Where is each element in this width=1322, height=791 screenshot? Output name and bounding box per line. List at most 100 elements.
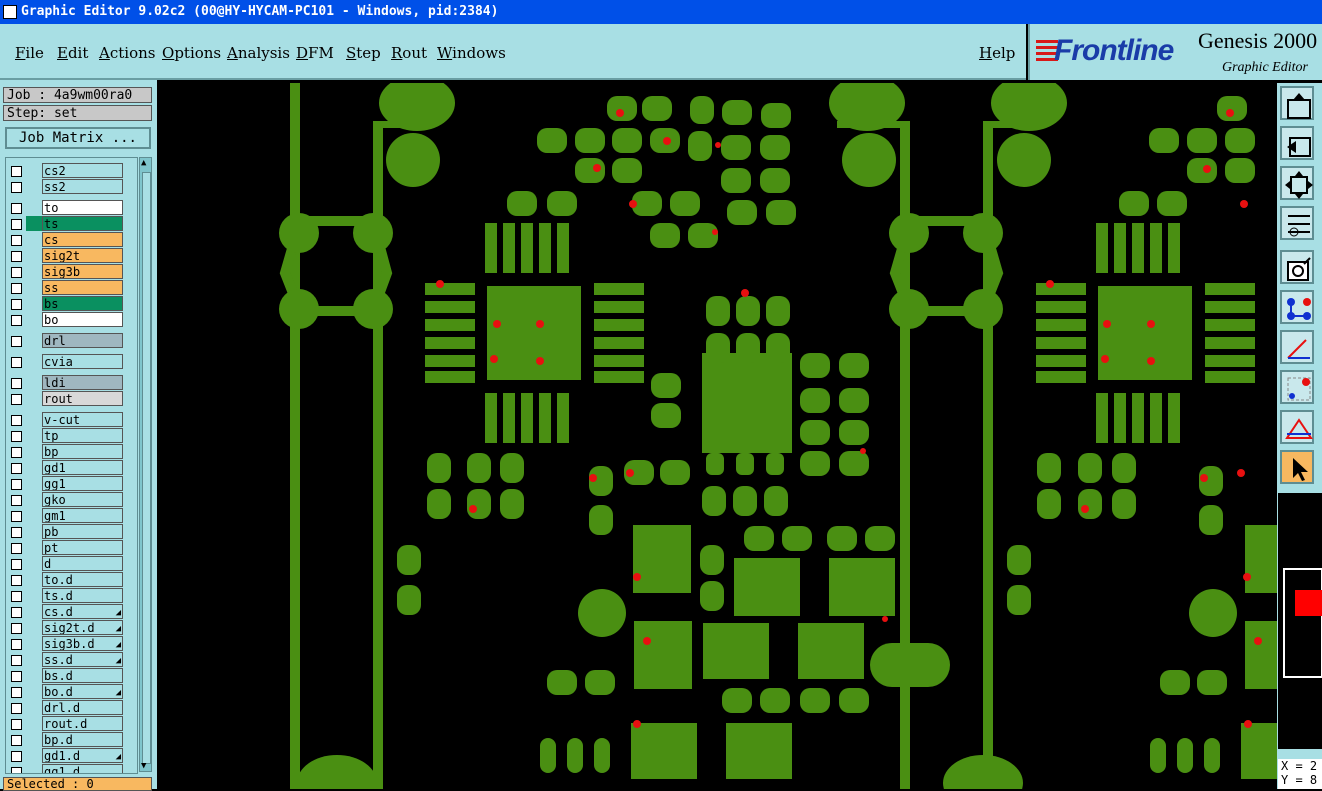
layer-row[interactable]: ts bbox=[6, 216, 137, 232]
layer-color-swatch[interactable] bbox=[26, 508, 42, 523]
menu-edit[interactable]: Edit bbox=[57, 44, 88, 62]
select-area-icon[interactable] bbox=[1280, 370, 1314, 404]
layer-row[interactable]: cs.d ◢ bbox=[6, 604, 137, 620]
layer-checkbox[interactable] bbox=[11, 251, 22, 262]
layer-name[interactable]: sig2t.d ◢ bbox=[42, 620, 123, 635]
layer-name[interactable]: d bbox=[42, 556, 123, 571]
layer-checkbox[interactable] bbox=[11, 336, 22, 347]
menu-options[interactable]: Options bbox=[162, 44, 221, 62]
layer-row[interactable]: pt bbox=[6, 540, 137, 556]
layer-name[interactable]: bo.d ◢ bbox=[42, 684, 123, 699]
layer-checkbox[interactable] bbox=[11, 639, 22, 650]
menu-analysis[interactable]: Analysis bbox=[227, 44, 290, 62]
layer-color-swatch[interactable] bbox=[26, 764, 42, 773]
layer-name[interactable]: ldi bbox=[42, 375, 123, 390]
layer-name[interactable]: gko bbox=[42, 492, 123, 507]
layer-name[interactable]: bp.d bbox=[42, 732, 123, 747]
layer-color-swatch[interactable] bbox=[26, 748, 42, 763]
net-connect-icon[interactable] bbox=[1280, 290, 1314, 324]
layer-row[interactable]: bo bbox=[6, 312, 137, 328]
layer-name[interactable]: bs bbox=[42, 296, 123, 311]
layer-checkbox[interactable] bbox=[11, 283, 22, 294]
layer-checkbox[interactable] bbox=[11, 447, 22, 458]
layer-name[interactable]: rout bbox=[42, 391, 123, 406]
zoom-fit-icon[interactable] bbox=[1280, 166, 1314, 200]
layer-checkbox[interactable] bbox=[11, 415, 22, 426]
window-app-icon[interactable] bbox=[3, 5, 17, 19]
layer-row[interactable]: sig3b bbox=[6, 264, 137, 280]
layer-name[interactable]: cvia bbox=[42, 354, 123, 369]
layer-name[interactable]: sig3b.d ◢ bbox=[42, 636, 123, 651]
layer-row[interactable]: sig2t.d ◢ bbox=[6, 620, 137, 636]
layer-row[interactable]: v-cut bbox=[6, 412, 137, 428]
layer-checkbox[interactable] bbox=[11, 703, 22, 714]
layer-color-swatch[interactable] bbox=[26, 444, 42, 459]
layer-checkbox[interactable] bbox=[11, 357, 22, 368]
layer-checkbox[interactable] bbox=[11, 495, 22, 506]
layer-color-swatch[interactable] bbox=[26, 700, 42, 715]
layer-row[interactable]: ss bbox=[6, 280, 137, 296]
layer-list-scrollbar[interactable]: ▲ ▼ bbox=[139, 157, 152, 772]
layer-row[interactable]: sig3b.d ◢ bbox=[6, 636, 137, 652]
layer-color-swatch[interactable] bbox=[26, 179, 42, 194]
layer-checkbox[interactable] bbox=[11, 166, 22, 177]
layer-checkbox[interactable] bbox=[11, 299, 22, 310]
menu-actions[interactable]: Actions bbox=[99, 44, 155, 62]
layer-row[interactable]: bs.d bbox=[6, 668, 137, 684]
layer-name[interactable]: cs2 bbox=[42, 163, 123, 178]
layer-name[interactable]: tp bbox=[42, 428, 123, 443]
layer-color-swatch[interactable] bbox=[26, 375, 42, 390]
layer-checkbox[interactable] bbox=[11, 527, 22, 538]
layer-checkbox[interactable] bbox=[11, 235, 22, 246]
layer-color-swatch[interactable] bbox=[26, 732, 42, 747]
layer-name[interactable]: ts.d bbox=[42, 588, 123, 603]
layer-checkbox[interactable] bbox=[11, 735, 22, 746]
job-matrix-button[interactable]: Job Matrix ... bbox=[5, 127, 151, 149]
layer-checkbox[interactable] bbox=[11, 575, 22, 586]
pcb-canvas[interactable] bbox=[157, 83, 1277, 789]
layer-row[interactable]: pb bbox=[6, 524, 137, 540]
layer-row[interactable]: gd1.d ◢ bbox=[6, 748, 137, 764]
layer-name[interactable]: pb bbox=[42, 524, 123, 539]
layer-color-swatch[interactable] bbox=[26, 428, 42, 443]
overview-preview[interactable] bbox=[1278, 493, 1322, 749]
layer-color-swatch[interactable] bbox=[26, 216, 42, 231]
snap-icon[interactable] bbox=[1280, 250, 1314, 284]
layer-checkbox[interactable] bbox=[11, 559, 22, 570]
layer-row[interactable]: cvia bbox=[6, 354, 137, 370]
layer-color-swatch[interactable] bbox=[26, 412, 42, 427]
layer-row[interactable]: gko bbox=[6, 492, 137, 508]
layer-checkbox[interactable] bbox=[11, 394, 22, 405]
layer-color-swatch[interactable] bbox=[26, 333, 42, 348]
layer-row[interactable]: bo.d ◢ bbox=[6, 684, 137, 700]
layer-row[interactable]: gm1 bbox=[6, 508, 137, 524]
layer-color-swatch[interactable] bbox=[26, 312, 42, 327]
scrollbar-thumb[interactable] bbox=[142, 172, 151, 764]
home-icon[interactable] bbox=[1280, 86, 1314, 120]
layer-checkbox[interactable] bbox=[11, 479, 22, 490]
layer-color-swatch[interactable] bbox=[26, 620, 42, 635]
layer-name[interactable]: to.d bbox=[42, 572, 123, 587]
layer-color-swatch[interactable] bbox=[26, 354, 42, 369]
layer-color-swatch[interactable] bbox=[26, 556, 42, 571]
layer-name[interactable]: gm1 bbox=[42, 508, 123, 523]
layer-name[interactable]: gg1 bbox=[42, 476, 123, 491]
layer-checkbox[interactable] bbox=[11, 219, 22, 230]
layer-checkbox[interactable] bbox=[11, 607, 22, 618]
layer-checkbox[interactable] bbox=[11, 687, 22, 698]
layer-color-swatch[interactable] bbox=[26, 572, 42, 587]
layer-checkbox[interactable] bbox=[11, 543, 22, 554]
layer-row[interactable]: rout bbox=[6, 391, 137, 407]
layer-name[interactable]: to bbox=[42, 200, 123, 215]
layer-row[interactable]: sig2t bbox=[6, 248, 137, 264]
layer-name[interactable]: bs.d bbox=[42, 668, 123, 683]
layer-name[interactable]: drl.d bbox=[42, 700, 123, 715]
layer-checkbox[interactable] bbox=[11, 767, 22, 773]
layer-row[interactable]: gg1.d bbox=[6, 764, 137, 773]
layer-row[interactable]: gg1 bbox=[6, 476, 137, 492]
layer-name[interactable]: pt bbox=[42, 540, 123, 555]
layer-row[interactable]: cs bbox=[6, 232, 137, 248]
menu-dfm[interactable]: DFM bbox=[296, 44, 334, 62]
layer-row[interactable]: ts.d bbox=[6, 588, 137, 604]
layer-color-swatch[interactable] bbox=[26, 540, 42, 555]
